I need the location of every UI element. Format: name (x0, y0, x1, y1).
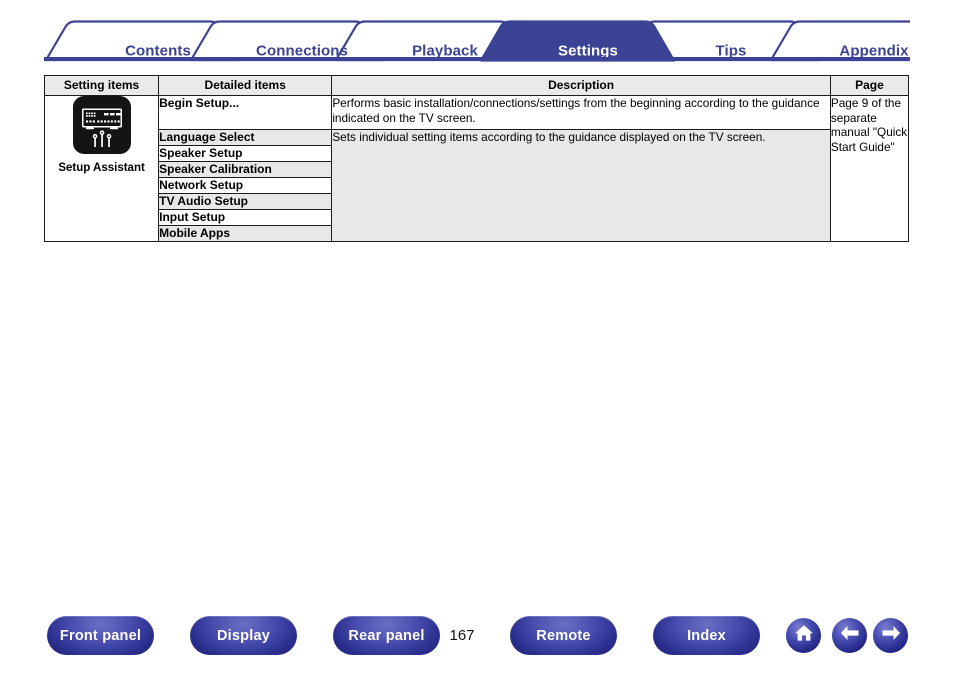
table-row: Language Select Sets individual setting … (45, 129, 909, 242)
description-begin-setup: Performs basic installation/connections/… (331, 95, 831, 130)
detail-item-tv-audio-setup[interactable]: TV Audio Setup (158, 193, 333, 210)
av-receiver-setup-assistant-icon (72, 96, 131, 157)
rear-panel-button[interactable]: Rear panel (333, 616, 440, 655)
table-row: Setup Assistant Begin Setup... Performs … (43, 95, 910, 242)
column-header-detailed-items: Detailed items (158, 75, 333, 96)
detail-item-begin-setup[interactable]: Begin Setup... (158, 95, 333, 130)
setting-item-cell-setup-assistant: Setup Assistant (43, 95, 160, 242)
detail-item-speaker-calibration[interactable]: Speaker Calibration (158, 161, 333, 178)
column-header-setting-items: Setting items (43, 75, 160, 96)
settings-table: Setting items Detailed items Description… (43, 75, 910, 242)
arrow-left-icon (838, 623, 862, 648)
remote-button[interactable]: Remote (510, 616, 617, 655)
home-button[interactable] (786, 618, 821, 653)
home-icon (793, 622, 815, 649)
detail-item-network-setup[interactable]: Network Setup (158, 177, 333, 194)
page-reference-cell: Page 9 of the separate manual "Quick Sta… (829, 95, 910, 242)
display-button[interactable]: Display (190, 616, 297, 655)
detail-item-mobile-apps[interactable]: Mobile Apps (158, 225, 333, 242)
column-header-description: Description (331, 75, 831, 96)
tab-bar: Contents Connections Playback Settings T… (44, 20, 910, 62)
setting-item-caption: Setup Assistant (58, 162, 145, 174)
detail-item-input-setup[interactable]: Input Setup (158, 209, 333, 226)
table-header-row: Setting items Detailed items Description… (43, 75, 910, 96)
previous-page-button[interactable] (832, 618, 867, 653)
next-page-button[interactable] (873, 618, 908, 653)
arrow-right-icon (879, 623, 903, 648)
bottom-navigation-bar: Front panel Display Rear panel Remote In… (0, 616, 954, 658)
page-number: 167 (449, 627, 475, 644)
column-header-page: Page (829, 75, 910, 96)
description-individual-items: Sets individual setting items according … (331, 129, 831, 242)
detail-item-speaker-setup[interactable]: Speaker Setup (158, 145, 333, 162)
front-panel-button[interactable]: Front panel (47, 616, 154, 655)
tab-bar-underline (44, 57, 910, 61)
index-button[interactable]: Index (653, 616, 760, 655)
detail-item-language-select[interactable]: Language Select (158, 129, 333, 146)
